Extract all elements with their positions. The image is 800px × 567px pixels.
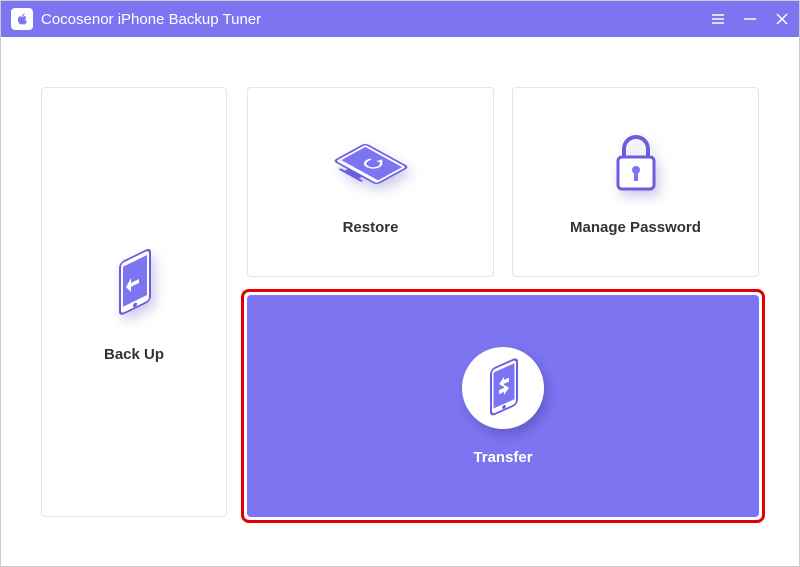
phone-backup-icon	[102, 242, 166, 326]
main-content: Back Up	[1, 37, 799, 566]
menu-icon[interactable]	[711, 12, 725, 26]
restore-card[interactable]: Restore	[247, 87, 494, 277]
titlebar: Cocosenor iPhone Backup Tuner	[1, 1, 799, 37]
transfer-circle	[462, 347, 544, 429]
manage-password-label: Manage Password	[570, 219, 701, 236]
window-controls	[711, 12, 789, 26]
backup-card[interactable]: Back Up	[41, 87, 227, 517]
minimize-icon[interactable]	[743, 12, 757, 26]
manage-password-card[interactable]: Manage Password	[512, 87, 759, 277]
lock-icon	[606, 129, 666, 199]
highlight-frame: Transfer	[247, 295, 759, 517]
transfer-icon-wrap	[462, 347, 544, 429]
transfer-card[interactable]: Transfer	[247, 295, 759, 517]
phone-transfer-icon	[479, 357, 527, 419]
backup-label: Back Up	[104, 346, 164, 363]
transfer-label: Transfer	[473, 449, 532, 466]
app-title: Cocosenor iPhone Backup Tuner	[41, 11, 711, 28]
restore-label: Restore	[343, 219, 399, 236]
close-icon[interactable]	[775, 12, 789, 26]
app-logo-icon	[11, 8, 33, 30]
monitor-restore-icon	[329, 129, 413, 199]
